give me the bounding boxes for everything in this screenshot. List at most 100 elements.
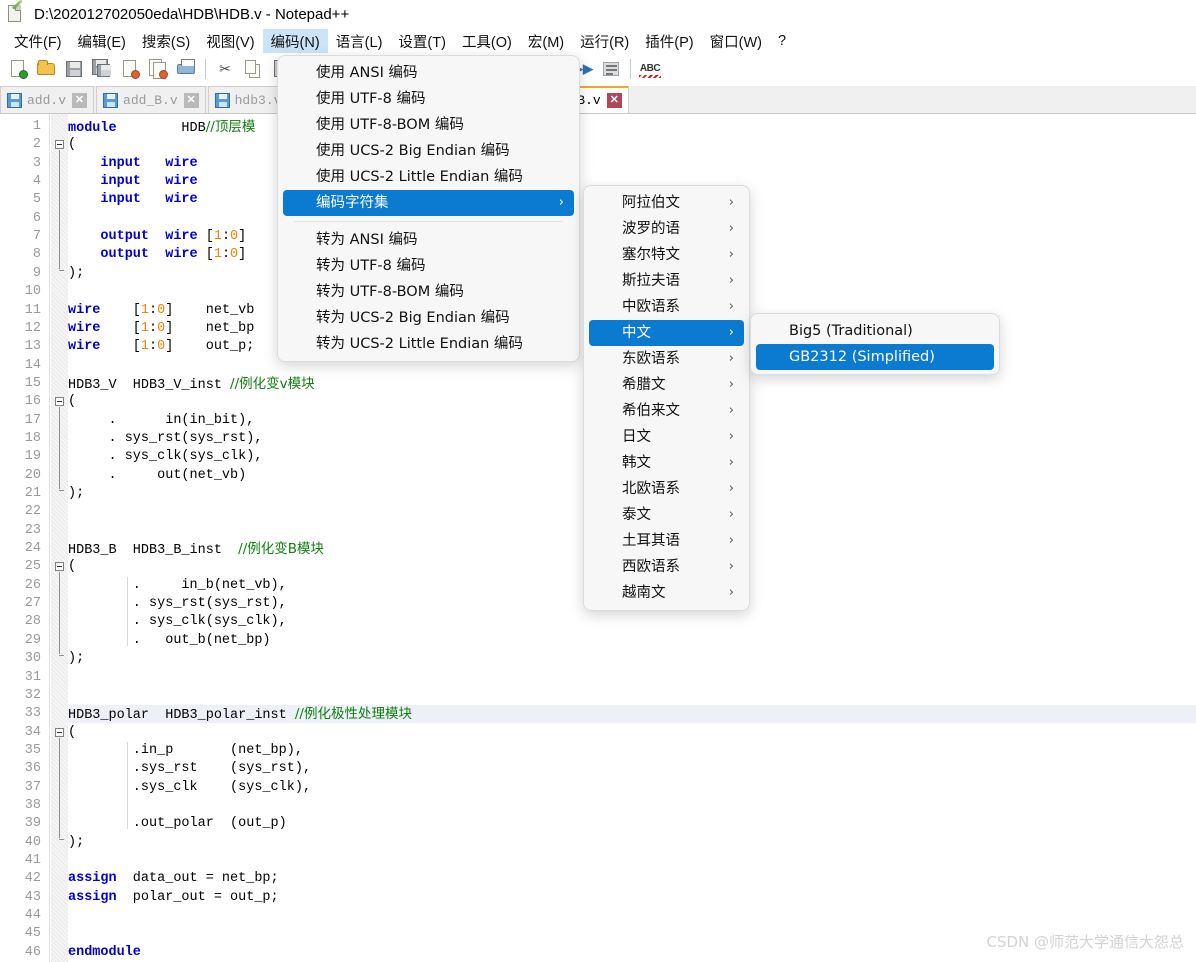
- menubar-item-9[interactable]: 运行(R): [572, 29, 637, 54]
- code-line-35[interactable]: .in_p (net_bp),: [68, 742, 303, 760]
- fold-collapse-icon[interactable]: [55, 727, 64, 737]
- code-line-17[interactable]: . in(in_bit),: [68, 412, 255, 430]
- menubar-item-4[interactable]: 编码(N): [262, 28, 328, 54]
- menubar-item-2[interactable]: 搜索(S): [134, 29, 198, 54]
- code-line-16[interactable]: (: [68, 393, 76, 411]
- code-line-26[interactable]: . in_b(net_vb),: [68, 577, 287, 595]
- tab-close-icon[interactable]: ✕: [72, 92, 88, 108]
- charset-menu-item-5[interactable]: 中文 ›: [589, 320, 744, 346]
- chinese-menu-item-0[interactable]: Big5 (Traditional): [756, 318, 994, 344]
- code-line-27[interactable]: . sys_rst(sys_rst),: [68, 595, 287, 613]
- charset-menu-item-4[interactable]: 中欧语系 ›: [589, 294, 744, 320]
- charset-submenu[interactable]: 阿拉伯文 › 波罗的语 › 塞尔特文 › 斯拉夫语 › 中欧语系 › 中文 › 东欧语系 › 希腊文 › 希伯来…: [583, 185, 750, 611]
- menubar-item-8[interactable]: 宏(M): [520, 29, 572, 54]
- code-line-3[interactable]: input wire: [68, 155, 197, 173]
- save-icon[interactable]: [61, 56, 87, 82]
- charset-menu-item-3[interactable]: 斯拉夫语 ›: [589, 268, 744, 294]
- chinese-charset-submenu[interactable]: Big5 (Traditional) GB2312 (Simplified): [750, 313, 1000, 375]
- menubar-item-6[interactable]: 设置(T): [390, 29, 454, 54]
- editor-tab-0[interactable]: add.v ✕: [0, 86, 95, 113]
- code-line-20[interactable]: . out(net_vb): [68, 467, 247, 485]
- code-line-7[interactable]: output wire [1:0]: [68, 228, 246, 246]
- encoding-menu-item-3[interactable]: 使用 UCS-2 Big Endian 编码: [283, 138, 574, 164]
- code-line-12[interactable]: wire [1:0] net_bp: [68, 320, 254, 338]
- charset-menu-item-10[interactable]: 韩文 ›: [589, 450, 744, 476]
- charset-menu-item-1[interactable]: 波罗的语 ›: [589, 216, 744, 242]
- save-macro-icon[interactable]: [598, 56, 624, 82]
- charset-menu-item-9[interactable]: 日文 ›: [589, 424, 744, 450]
- code-line-30[interactable]: );: [68, 650, 84, 668]
- charset-menu-item-2[interactable]: 塞尔特文 ›: [589, 242, 744, 268]
- code-line-1[interactable]: module HDB//顶层模: [68, 118, 255, 136]
- code-line-24[interactable]: HDB3_B HDB3_B_inst //例化变B模块: [68, 540, 324, 558]
- code-line-15[interactable]: HDB3_V HDB3_V_inst //例化变v模块: [68, 375, 315, 393]
- save-all-icon[interactable]: [89, 56, 115, 82]
- editor-tab-1[interactable]: add_B.v ✕: [96, 86, 206, 113]
- encoding-menu-item-5[interactable]: 编码字符集 ›: [283, 190, 574, 216]
- code-line-5[interactable]: input wire: [68, 191, 197, 209]
- tab-close-icon[interactable]: ✕: [183, 92, 199, 108]
- spell-check-icon[interactable]: ABC: [637, 56, 663, 82]
- charset-menu-item-7[interactable]: 希腊文 ›: [589, 372, 744, 398]
- code-line-43[interactable]: assign polar_out = out_p;: [68, 889, 279, 907]
- fold-collapse-icon[interactable]: [55, 140, 64, 150]
- code-line-13[interactable]: wire [1:0] out_p;: [68, 338, 254, 356]
- encoding-menu-item-4[interactable]: 使用 UCS-2 Little Endian 编码: [283, 164, 574, 190]
- charset-menu-item-6[interactable]: 东欧语系 ›: [589, 346, 744, 372]
- charset-menu-item-12[interactable]: 泰文 ›: [589, 502, 744, 528]
- code-line-19[interactable]: . sys_clk(sys_clk),: [68, 448, 263, 466]
- menubar-item-10[interactable]: 插件(P): [637, 29, 701, 54]
- charset-menu-item-14[interactable]: 西欧语系 ›: [589, 554, 744, 580]
- encoding-menu-item-10[interactable]: 转为 UCS-2 Big Endian 编码: [283, 305, 574, 331]
- code-line-42[interactable]: assign data_out = net_bp;: [68, 870, 279, 888]
- charset-menu-item-15[interactable]: 越南文 ›: [589, 580, 744, 606]
- code-line-46[interactable]: endmodule: [68, 944, 141, 962]
- code-line-29[interactable]: . out_b(net_bp): [68, 632, 271, 650]
- new-file-icon[interactable]: [5, 56, 31, 82]
- code-line-9[interactable]: );: [68, 265, 84, 283]
- menubar-item-11[interactable]: 窗口(W): [702, 29, 770, 54]
- menubar-item-12[interactable]: ?: [770, 31, 794, 51]
- charset-menu-item-8[interactable]: 希伯来文 ›: [589, 398, 744, 424]
- encoding-menu-item-2[interactable]: 使用 UTF-8-BOM 编码: [283, 112, 574, 138]
- code-line-28[interactable]: . sys_clk(sys_clk),: [68, 613, 287, 631]
- open-file-icon[interactable]: [33, 56, 59, 82]
- close-file-icon[interactable]: [117, 56, 143, 82]
- print-icon[interactable]: [173, 56, 199, 82]
- code-line-21[interactable]: );: [68, 485, 84, 503]
- charset-menu-item-13[interactable]: 土耳其语 ›: [589, 528, 744, 554]
- code-line-11[interactable]: wire [1:0] net_vb: [68, 302, 254, 320]
- fold-collapse-icon[interactable]: [55, 397, 64, 407]
- code-line-8[interactable]: output wire [1:0]: [68, 246, 246, 264]
- close-all-files-icon[interactable]: [145, 56, 171, 82]
- code-line-18[interactable]: . sys_rst(sys_rst),: [68, 430, 263, 448]
- code-line-4[interactable]: input wire: [68, 173, 197, 191]
- chinese-menu-item-1[interactable]: GB2312 (Simplified): [756, 344, 994, 370]
- encoding-dropdown-menu[interactable]: 使用 ANSI 编码 使用 UTF-8 编码 使用 UTF-8-BOM 编码 使用 U…: [277, 55, 580, 362]
- code-line-33[interactable]: HDB3_polar HDB3_polar_inst //例化极性处理模块: [68, 705, 412, 723]
- encoding-menu-item-1[interactable]: 使用 UTF-8 编码: [283, 86, 574, 112]
- menubar-item-3[interactable]: 视图(V): [198, 29, 262, 54]
- menubar-item-5[interactable]: 语言(L): [328, 29, 391, 54]
- fold-collapse-icon[interactable]: [55, 562, 64, 572]
- tab-close-icon[interactable]: ✕: [606, 93, 622, 108]
- code-line-36[interactable]: .sys_rst (sys_rst),: [68, 760, 311, 778]
- code-line-2[interactable]: (: [68, 136, 76, 154]
- code-line-40[interactable]: );: [68, 834, 84, 852]
- charset-menu-item-0[interactable]: 阿拉伯文 ›: [589, 190, 744, 216]
- encoding-menu-item-0[interactable]: 使用 ANSI 编码: [283, 60, 574, 86]
- copy-icon[interactable]: [240, 56, 266, 82]
- code-line-25[interactable]: (: [68, 558, 76, 576]
- encoding-menu-item-9[interactable]: 转为 UTF-8-BOM 编码: [283, 279, 574, 305]
- charset-menu-item-11[interactable]: 北欧语系 ›: [589, 476, 744, 502]
- encoding-menu-item-8[interactable]: 转为 UTF-8 编码: [283, 253, 574, 279]
- code-line-34[interactable]: (: [68, 724, 76, 742]
- menubar-item-1[interactable]: 编辑(E): [70, 29, 134, 54]
- code-line-37[interactable]: .sys_clk (sys_clk),: [68, 779, 311, 797]
- menubar-item-0[interactable]: 文件(F): [6, 29, 70, 54]
- code-line-39[interactable]: .out_polar (out_p): [68, 815, 287, 833]
- encoding-menu-item-11[interactable]: 转为 UCS-2 Little Endian 编码: [283, 331, 574, 357]
- encoding-menu-item-7[interactable]: 转为 ANSI 编码: [283, 227, 574, 253]
- menubar-item-7[interactable]: 工具(O): [454, 29, 520, 54]
- cut-icon[interactable]: ✂: [212, 56, 238, 82]
